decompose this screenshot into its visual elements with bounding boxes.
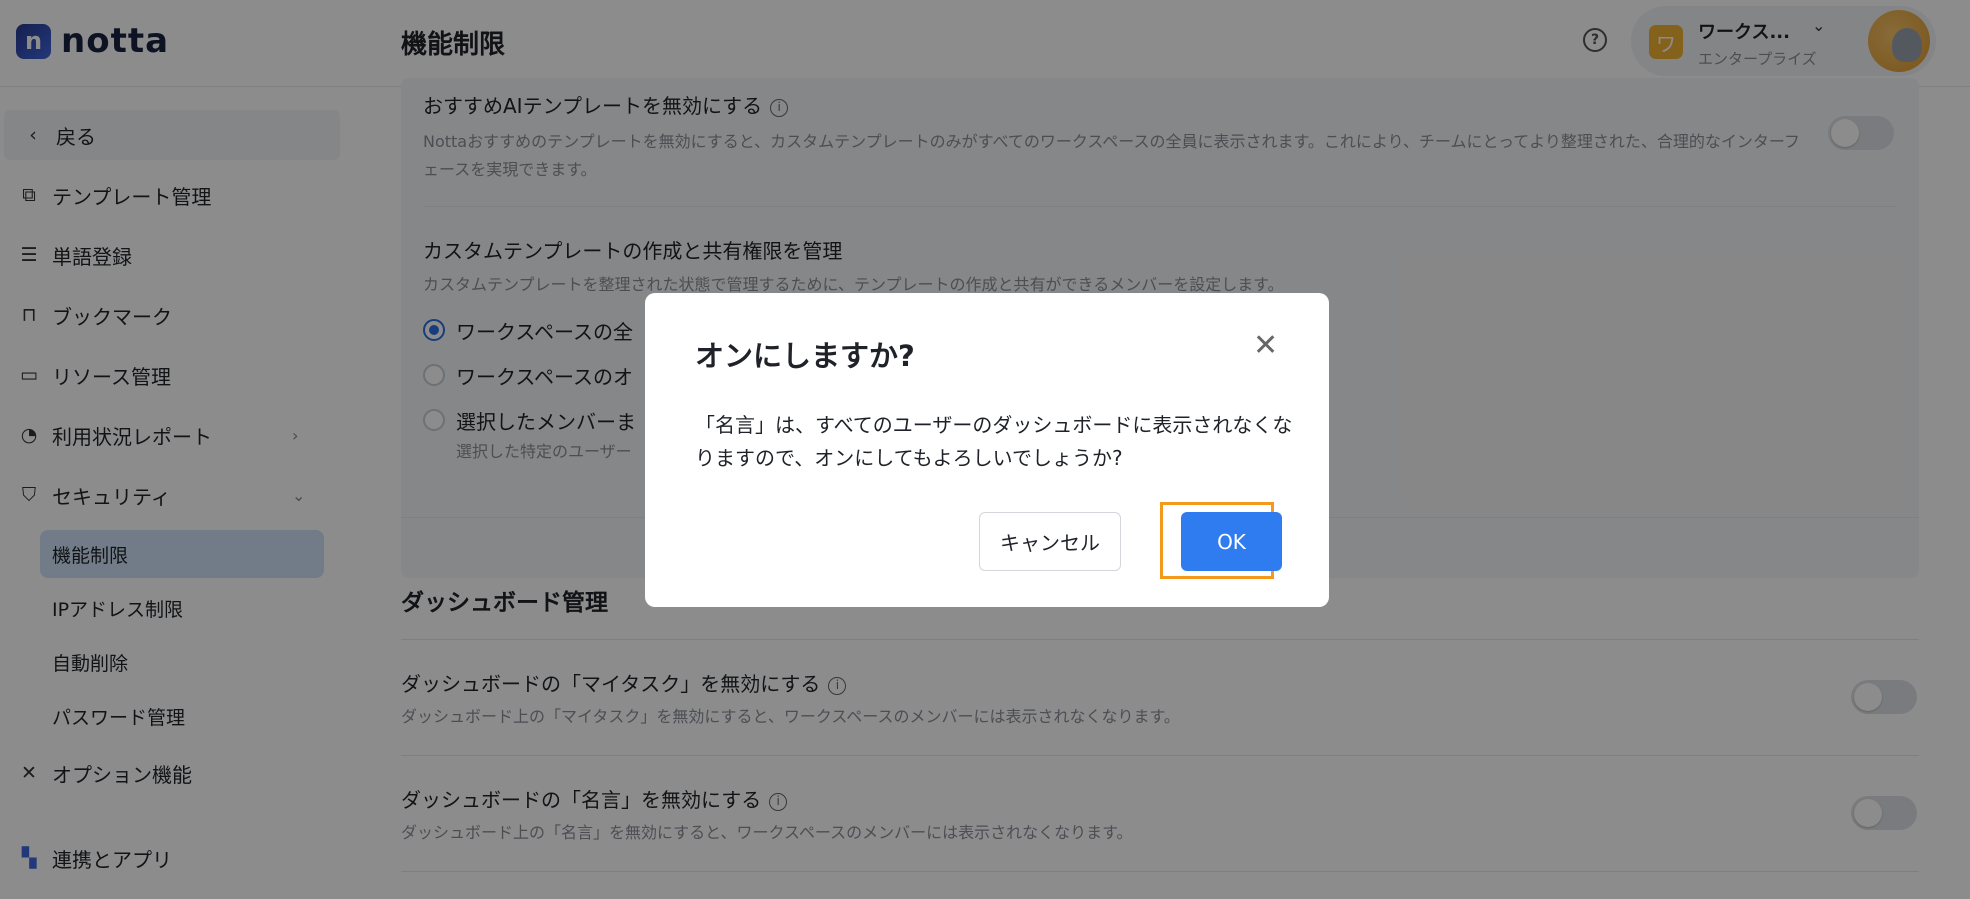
dialog-title: オンにしますか? xyxy=(695,339,915,373)
confirm-dialog: オンにしますか? ✕ 「名言」は、すべてのユーザーのダッシュボードに表示されなく… xyxy=(645,293,1329,607)
cancel-button[interactable]: キャンセル xyxy=(979,512,1121,571)
close-icon[interactable]: ✕ xyxy=(1253,331,1278,361)
ok-button[interactable]: OK xyxy=(1181,512,1282,571)
dialog-message: 「名言」は、すべてのユーザーのダッシュボードに表示されなくなりますので、オンにし… xyxy=(695,413,1293,470)
